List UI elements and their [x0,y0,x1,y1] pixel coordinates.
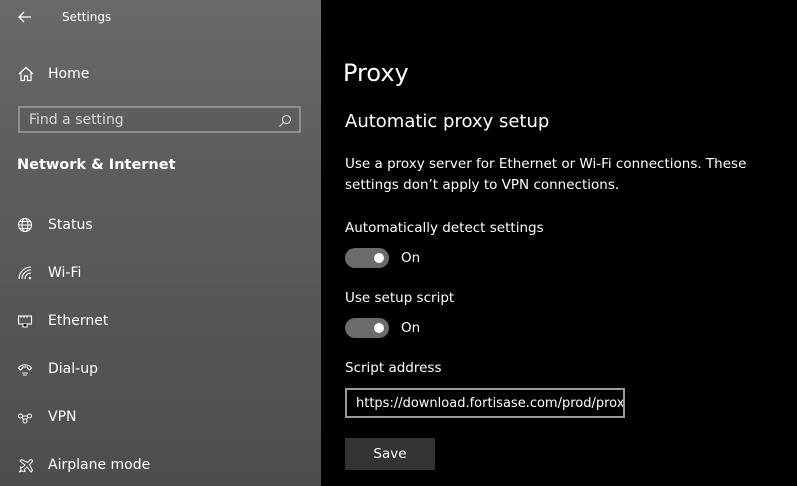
section-heading: Network & Internet [17,157,176,173]
script-address-field[interactable] [345,388,625,418]
wifi-icon [17,265,35,283]
back-button[interactable] [10,5,40,29]
sidebar-item-label: Status [48,217,93,233]
title-bar: Settings [0,0,321,34]
search-box[interactable] [18,106,301,133]
home-icon [17,65,35,83]
section-title: Automatic proxy setup [345,111,550,132]
search-icon[interactable] [278,113,292,127]
script-address-label: Script address [345,360,442,376]
toggle-knob [374,253,384,263]
section-description: Use a proxy server for Ethernet or Wi-Fi… [345,156,747,193]
app-title: Settings [62,10,112,24]
setup-script-state: On [401,320,421,336]
sidebar-item-dialup[interactable]: Dial-up [0,352,321,388]
sidebar-item-ethernet[interactable]: Ethernet [0,304,321,340]
ethernet-icon [17,313,35,331]
setup-script-toggle[interactable] [345,318,389,338]
sidebar-item-label: VPN [48,409,77,425]
sidebar-item-label: Airplane mode [48,457,151,473]
sidebar-item-home[interactable]: Home [0,58,321,90]
sidebar-item-label: Dial-up [48,361,98,377]
auto-detect-label: Automatically detect settings [345,220,544,236]
vpn-icon [17,409,35,427]
sidebar-item-wifi[interactable]: Wi-Fi [0,256,321,292]
sidebar-item-label: Ethernet [48,313,109,329]
settings-window: Settings Home Network & Internet [0,0,797,486]
setup-script-label: Use setup script [345,290,455,306]
sidebar-item-status[interactable]: Status [0,208,321,244]
auto-detect-toggle[interactable] [345,248,389,268]
airplane-icon [17,457,35,475]
script-address-input[interactable] [347,390,623,416]
sidebar-item-label: Home [48,66,90,82]
page-title: Proxy [343,59,409,87]
back-arrow-icon [18,11,31,23]
phone-icon [17,361,35,379]
save-button[interactable]: Save [345,438,435,470]
sidebar-item-airplane-mode[interactable]: Airplane mode [0,448,321,484]
sidebar: Settings Home Network & Internet [0,0,321,486]
globe-icon [17,217,35,235]
main-panel: Proxy Automatic proxy setup Use a proxy … [321,0,797,486]
sidebar-item-label: Wi-Fi [48,265,82,281]
sidebar-item-vpn[interactable]: VPN [0,400,321,436]
search-input[interactable] [20,108,279,131]
toggle-knob [374,323,384,333]
auto-detect-state: On [401,250,421,266]
